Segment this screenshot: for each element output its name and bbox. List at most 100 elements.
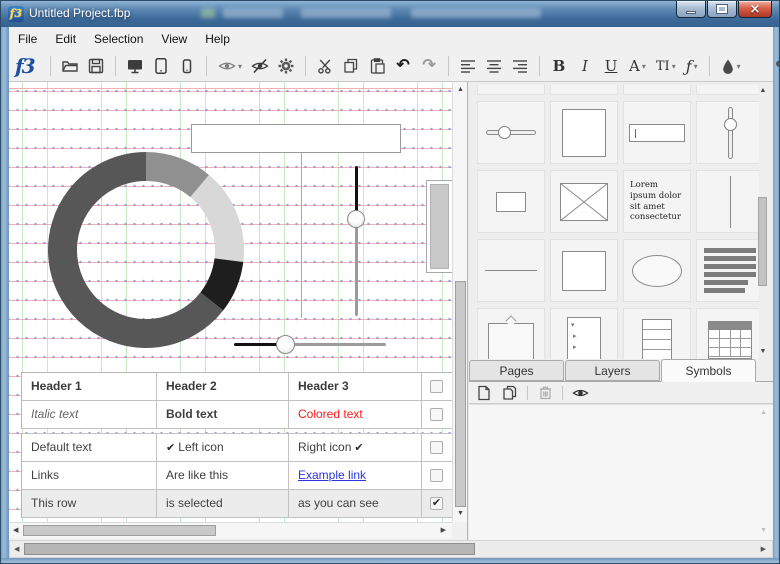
- fill-droplet-icon[interactable]: ▾: [719, 55, 743, 77]
- symbol-square[interactable]: [550, 101, 618, 164]
- scroll-up-icon[interactable]: ▲: [453, 86, 468, 93]
- minimize-button[interactable]: [676, 1, 706, 18]
- phone-icon[interactable]: [177, 55, 197, 77]
- table-cell: ✔ Left icon: [156, 434, 288, 461]
- align-center-icon[interactable]: [484, 55, 504, 77]
- symbol-slider-horizontal[interactable]: [477, 101, 545, 164]
- checkbox[interactable]: ✔: [430, 497, 443, 510]
- scroll-down-icon[interactable]: ▼: [453, 510, 468, 517]
- scrollbar-thumb[interactable]: [758, 197, 767, 286]
- table-row[interactable]: LinksAre like thisExample link: [21, 462, 452, 490]
- symbol-line-horizontal[interactable]: [477, 239, 545, 302]
- canvas-vertical-scrollbar[interactable]: ▲ ▼: [452, 82, 467, 522]
- redo-icon[interactable]: ↷: [419, 55, 439, 77]
- symbol-line-vertical[interactable]: [696, 170, 759, 233]
- menu-item-selection[interactable]: Selection: [85, 28, 152, 50]
- table-header-cell: Header 3: [288, 373, 421, 400]
- design-canvas[interactable]: Header 1Header 2Header 3Italic textBold …: [9, 82, 452, 522]
- align-left-icon[interactable]: [458, 55, 478, 77]
- scrollbar-thumb[interactable]: [455, 281, 466, 507]
- vertical-line-widget[interactable]: [301, 153, 302, 318]
- table-cell-text[interactable]: Example link: [298, 468, 366, 482]
- save-icon[interactable]: [86, 55, 106, 77]
- checkbox[interactable]: [430, 380, 443, 393]
- trash-icon[interactable]: [536, 384, 554, 402]
- app-horizontal-scrollbar[interactable]: ◀ ▶: [9, 540, 773, 558]
- scroll-up-icon[interactable]: ▲: [757, 87, 769, 94]
- data-grid-glyph: [731, 348, 742, 357]
- tab-pages[interactable]: Pages: [469, 360, 564, 381]
- close-button[interactable]: ×: [738, 1, 772, 18]
- text-size-button[interactable]: TI▾: [654, 55, 678, 77]
- symbol-slider-vertical[interactable]: [696, 101, 759, 164]
- slider-thumb[interactable]: [276, 335, 295, 354]
- cut-icon[interactable]: [315, 55, 335, 77]
- underline-button[interactable]: U: [601, 55, 621, 77]
- symbol-image-placeholder[interactable]: [550, 170, 618, 233]
- donut-chart-widget[interactable]: [48, 152, 244, 348]
- paste-icon[interactable]: [367, 55, 387, 77]
- text-input-widget[interactable]: [191, 124, 401, 153]
- symbol-tree-list[interactable]: ▾ ▸ ▸: [550, 308, 618, 359]
- desktop-icon[interactable]: [125, 55, 145, 77]
- window-frame-left: [1, 27, 9, 564]
- symbol-callout[interactable]: [477, 308, 545, 359]
- table-row[interactable]: This rowis selectedas you can see✔: [21, 490, 452, 518]
- menu-item-view[interactable]: View: [152, 28, 196, 50]
- scroll-right-icon[interactable]: ▶: [761, 546, 766, 553]
- scrollbar-thumb[interactable]: [23, 525, 216, 536]
- undo-icon[interactable]: ↶: [393, 55, 413, 77]
- font-family-button[interactable]: ƒ▾: [684, 55, 700, 77]
- hide-eye-icon[interactable]: [250, 55, 270, 77]
- maximize-button[interactable]: [707, 1, 737, 18]
- new-page-icon[interactable]: [475, 384, 493, 402]
- vertical-slider-widget[interactable]: [347, 166, 365, 316]
- checkbox[interactable]: [430, 408, 443, 421]
- tab-layers[interactable]: Layers: [565, 360, 660, 381]
- scroll-left-icon[interactable]: ◀: [13, 527, 18, 534]
- scroll-down-icon[interactable]: ▼: [757, 348, 769, 355]
- canvas-horizontal-scrollbar[interactable]: ◀ ▶: [9, 522, 452, 538]
- symbol-paragraph[interactable]: [696, 239, 759, 302]
- table-row[interactable]: Italic textBold textColored text: [21, 401, 452, 429]
- symbol-text-input[interactable]: [623, 101, 691, 164]
- visibility-eye-icon[interactable]: [571, 384, 589, 402]
- table-cell: Example link: [288, 462, 421, 489]
- symbol-button-rect[interactable]: [477, 170, 545, 233]
- text-lorem-glyph: Lorem ipsum dolor sit amet consectetur: [630, 180, 684, 223]
- tab-symbols[interactable]: Symbols: [661, 359, 756, 382]
- settings-gear-icon[interactable]: [276, 55, 296, 77]
- scrollbar-thumb[interactable]: [24, 543, 475, 555]
- table-row[interactable]: Default text✔ Left iconRight icon ✔: [21, 433, 452, 462]
- table-widget[interactable]: Header 1Header 2Header 3Italic textBold …: [21, 372, 452, 518]
- menu-item-file[interactable]: File: [9, 28, 46, 50]
- symbol-data-grid[interactable]: [696, 308, 759, 359]
- checkbox[interactable]: [430, 441, 443, 454]
- symbols-scrollbar[interactable]: ▲ ▼: [757, 85, 769, 357]
- scroll-right-icon[interactable]: ▶: [441, 527, 446, 534]
- duplicate-page-icon[interactable]: [501, 384, 519, 402]
- menu-item-help[interactable]: Help: [196, 28, 239, 50]
- open-icon[interactable]: [60, 55, 80, 77]
- symbol-ellipse[interactable]: [623, 239, 691, 302]
- symbol-table[interactable]: [623, 308, 691, 359]
- slider-thumb[interactable]: [347, 210, 365, 228]
- preview-eye-icon[interactable]: ▾: [216, 55, 244, 77]
- paragraph-glyph: [704, 256, 756, 261]
- copy-icon[interactable]: [341, 55, 361, 77]
- panel-tab-bar: PagesLayersSymbols: [469, 359, 773, 382]
- scroll-left-icon[interactable]: ◀: [14, 546, 19, 553]
- tablet-icon[interactable]: [151, 55, 171, 77]
- italic-button[interactable]: I: [575, 55, 595, 77]
- checkbox[interactable]: [430, 469, 443, 482]
- align-right-icon[interactable]: [510, 55, 530, 77]
- bold-button[interactable]: B: [549, 55, 569, 77]
- symbol-rectangle[interactable]: [550, 239, 618, 302]
- scrollbar-widget[interactable]: [426, 180, 452, 273]
- line-vertical-glyph: [730, 176, 731, 228]
- font-color-button[interactable]: A▾: [627, 55, 648, 77]
- menu-item-edit[interactable]: Edit: [46, 28, 85, 50]
- panel-list-area[interactable]: ▲ ▼: [469, 404, 773, 540]
- horizontal-slider-widget[interactable]: [234, 335, 386, 354]
- symbol-text-lorem[interactable]: Lorem ipsum dolor sit amet consectetur: [623, 170, 691, 233]
